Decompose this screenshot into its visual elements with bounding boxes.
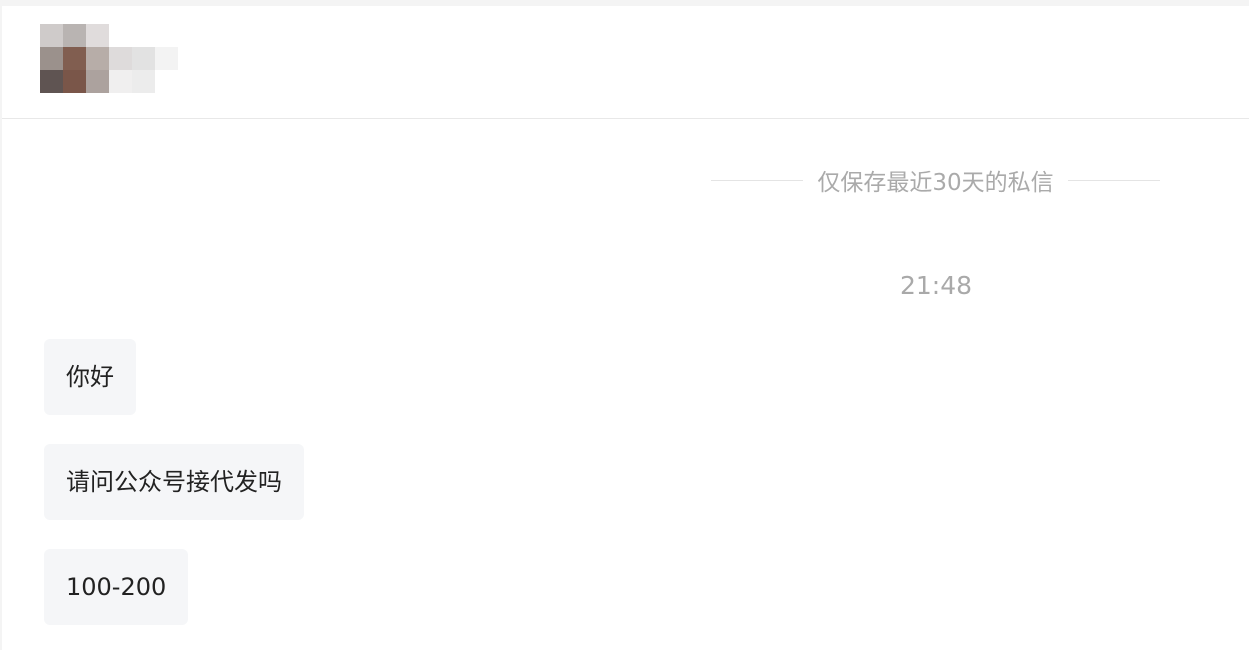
avatar-pixel — [132, 24, 155, 47]
avatar-pixel — [86, 70, 109, 93]
avatar-pixel — [132, 47, 155, 70]
message-timestamp: 21:48 — [899, 271, 973, 300]
conversation-header — [2, 6, 1249, 119]
avatar-pixel — [109, 47, 132, 70]
message-bubble[interactable]: 100-200 — [44, 549, 189, 625]
avatar-pixel — [132, 70, 155, 93]
message-bubble[interactable]: 请问公众号接代发吗 — [44, 444, 304, 520]
avatar-pixel — [40, 24, 63, 47]
private-message-window: 仅保存最近30天的私信 21:48 你好 请问公众号接代发吗 100-200 — [2, 6, 1249, 650]
avatar-pixel — [155, 70, 178, 93]
avatar-pixel — [63, 24, 86, 47]
avatar-pixel — [109, 70, 132, 93]
avatar-pixel — [63, 70, 86, 93]
avatar-pixel — [86, 47, 109, 70]
avatar-pixel — [155, 24, 178, 47]
avatar-pixel — [86, 24, 109, 47]
notice-divider-right — [1067, 179, 1160, 181]
notice-divider-left — [711, 179, 804, 181]
avatar-pixel — [109, 24, 132, 47]
avatar-pixel — [40, 70, 63, 93]
contact-avatar[interactable] — [40, 24, 178, 93]
notice-text: 仅保存最近30天的私信 — [817, 170, 1054, 196]
avatar-pixel — [40, 47, 63, 70]
retention-notice: 仅保存最近30天的私信 — [711, 165, 1160, 196]
avatar-pixel — [63, 47, 86, 70]
avatar-pixel — [155, 47, 178, 70]
message-bubble[interactable]: 你好 — [44, 339, 136, 415]
message-list[interactable]: 仅保存最近30天的私信 21:48 你好 请问公众号接代发吗 100-200 — [2, 119, 1249, 650]
